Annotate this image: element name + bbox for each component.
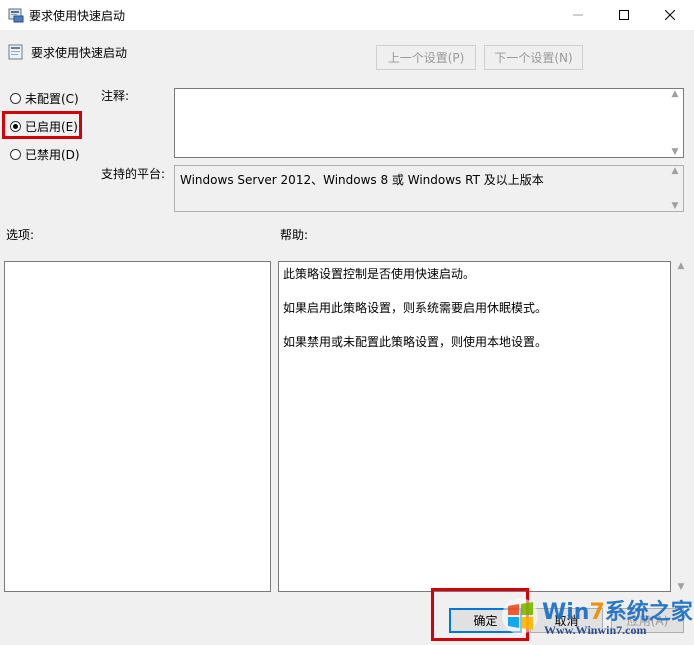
platform-box: Windows Server 2012、Windows 8 或 Windows … (174, 165, 684, 212)
help-line: 如果禁用或未配置此策略设置，则使用本地设置。 (283, 335, 548, 349)
help-scrollbar[interactable]: ▲ ▼ (673, 261, 689, 592)
platform-label: 支持的平台: (101, 167, 166, 181)
radio-circle[interactable] (10, 92, 21, 104)
options-label: 选项: (6, 228, 35, 242)
scroll-down-icon[interactable]: ▼ (672, 147, 679, 157)
watermark-title-c: 系统之家 (604, 600, 693, 625)
previous-setting-button[interactable]: 上一个设置(P) (376, 45, 476, 70)
comment-label: 注释: (101, 89, 130, 103)
setting-name: 要求使用快速启动 (31, 46, 128, 60)
close-button[interactable] (647, 0, 693, 30)
scroll-down-icon[interactable]: ▼ (678, 582, 685, 592)
windows-logo-icon (502, 598, 538, 634)
watermark-title-a: Win (542, 600, 590, 625)
platform-scrollbar[interactable]: ▲ ▼ (667, 166, 683, 211)
window-title: 要求使用快速启动 (29, 9, 126, 23)
scroll-up-icon[interactable]: ▲ (672, 89, 679, 99)
help-pane: 此策略设置控制是否使用快速启动。 如果启用此策略设置，则系统需要启用休眠模式。 … (278, 261, 671, 592)
radio-label: 已禁用(D) (25, 147, 80, 162)
help-label: 帮助: (280, 228, 309, 242)
help-line: 如果启用此策略设置，则系统需要启用休眠模式。 (283, 301, 548, 315)
radio-circle[interactable] (10, 148, 21, 160)
help-line: 此策略设置控制是否使用快速启动。 (283, 267, 476, 281)
minimize-button[interactable] (555, 0, 601, 30)
scroll-up-icon[interactable]: ▲ (672, 166, 679, 176)
watermark-url: Www.Winwin7.com (544, 623, 647, 637)
radio-disabled[interactable]: 已禁用(D) (10, 144, 80, 164)
scroll-down-icon[interactable]: ▼ (672, 201, 679, 211)
setting-icon (8, 44, 24, 60)
radio-not-configured[interactable]: 未配置(C) (10, 88, 79, 108)
close-icon (665, 10, 675, 20)
highlight-box-enabled (2, 111, 82, 139)
watermark-title-b: 7 (589, 600, 605, 625)
watermark-title: Win7系统之家 (542, 594, 693, 626)
options-pane (4, 261, 271, 592)
platform-value: Windows Server 2012、Windows 8 或 Windows … (180, 173, 544, 187)
comment-textarea[interactable]: ▲ ▼ (174, 88, 684, 158)
policy-app-icon (8, 7, 24, 23)
watermark: Win7系统之家 Www.Winwin7.com (500, 592, 693, 642)
next-setting-button[interactable]: 下一个设置(N) (484, 45, 583, 70)
maximize-icon (619, 10, 629, 20)
comment-scrollbar[interactable]: ▲ ▼ (667, 89, 683, 157)
scroll-up-icon[interactable]: ▲ (678, 261, 685, 271)
radio-label: 未配置(C) (25, 91, 79, 106)
minimize-icon (573, 14, 583, 16)
maximize-button[interactable] (601, 0, 647, 30)
